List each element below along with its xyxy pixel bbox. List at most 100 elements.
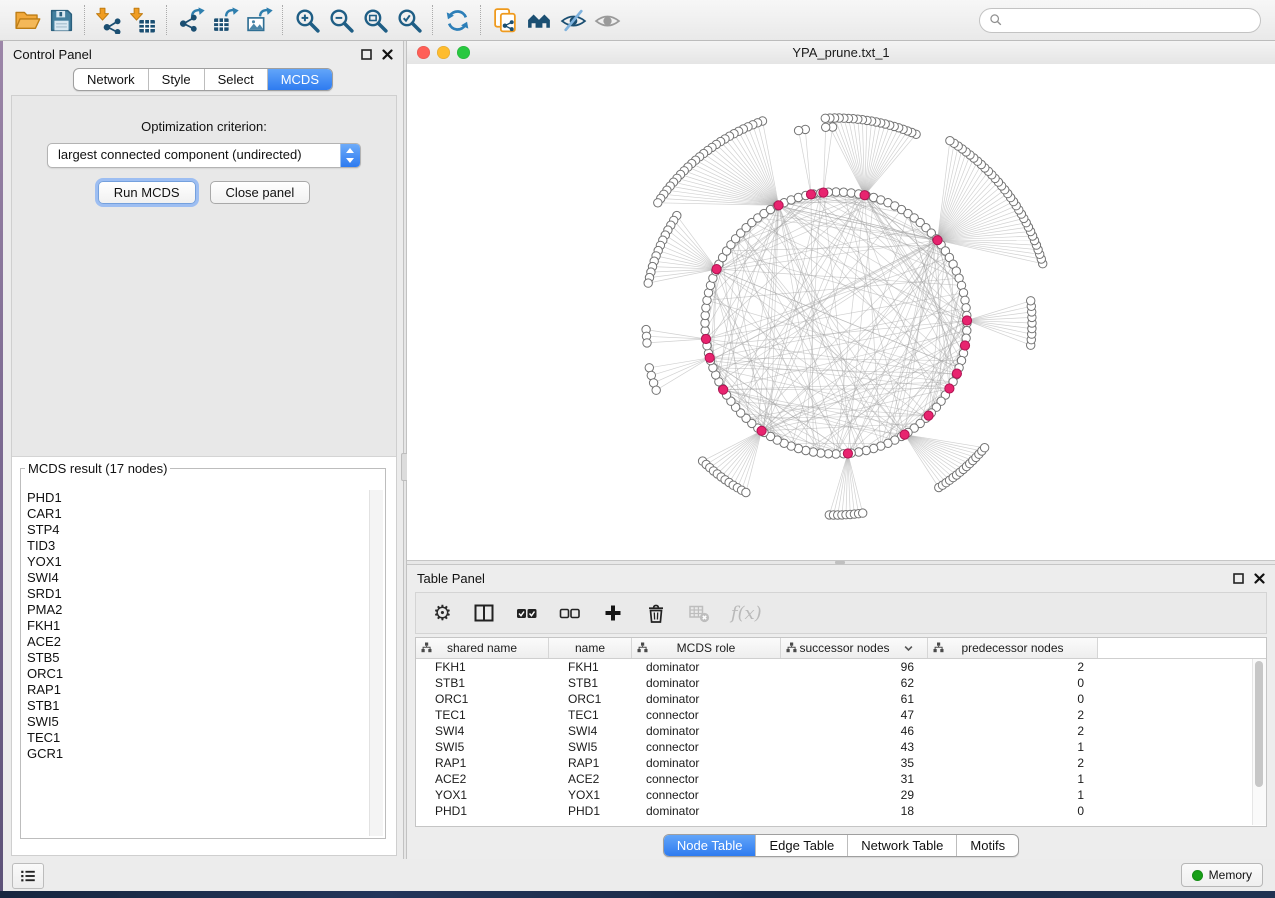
cell-shared-name[interactable]: STB1 bbox=[416, 676, 549, 690]
mcds-result-item[interactable]: STB5 bbox=[23, 650, 370, 666]
table-row[interactable]: RAP1RAP1dominator352 bbox=[416, 755, 1266, 771]
table-row[interactable]: ORC1ORC1dominator610 bbox=[416, 691, 1266, 707]
mcds-result-list[interactable]: PHD1CAR1STP4TID3YOX1SWI4SRD1PMA2FKH1ACE2… bbox=[23, 490, 370, 836]
criterion-dropdown[interactable]: largest connected component (undirected) bbox=[47, 143, 361, 168]
network-graph[interactable] bbox=[407, 64, 1275, 560]
cell-successor-nodes[interactable]: 46 bbox=[781, 724, 928, 738]
cell-shared-name[interactable]: SWI5 bbox=[416, 740, 549, 754]
mcds-result-item[interactable]: STB1 bbox=[23, 698, 370, 714]
mcds-result-item[interactable]: ACE2 bbox=[23, 634, 370, 650]
mcds-result-item[interactable]: TID3 bbox=[23, 538, 370, 554]
cell-MCDS-role[interactable]: dominator bbox=[632, 756, 781, 770]
deselect-all-icon[interactable] bbox=[559, 602, 581, 624]
delete-columns-icon[interactable] bbox=[645, 602, 667, 624]
import-network-icon[interactable] bbox=[92, 3, 126, 37]
cell-shared-name[interactable]: ACE2 bbox=[416, 772, 549, 786]
table-settings-icon[interactable]: ⚙ bbox=[433, 603, 452, 624]
mcds-result-item[interactable]: CAR1 bbox=[23, 506, 370, 522]
cell-shared-name[interactable]: TEC1 bbox=[416, 708, 549, 722]
run-mcds-button[interactable]: Run MCDS bbox=[98, 181, 196, 204]
cell-successor-nodes[interactable]: 18 bbox=[781, 804, 928, 818]
cell-successor-nodes[interactable]: 47 bbox=[781, 708, 928, 722]
add-column-icon[interactable] bbox=[602, 602, 624, 624]
cell-MCDS-role[interactable]: connector bbox=[632, 772, 781, 786]
column-header-successor-nodes[interactable]: successor nodes bbox=[781, 638, 928, 658]
table-row[interactable]: YOX1YOX1connector291 bbox=[416, 787, 1266, 803]
clone-network-icon[interactable] bbox=[488, 3, 522, 37]
cell-MCDS-role[interactable]: dominator bbox=[632, 724, 781, 738]
hide-selected-icon[interactable] bbox=[556, 3, 590, 37]
export-table-icon[interactable] bbox=[208, 3, 242, 37]
cell-MCDS-role[interactable]: dominator bbox=[632, 692, 781, 706]
mcds-result-item[interactable]: YOX1 bbox=[23, 554, 370, 570]
show-all-icon[interactable] bbox=[590, 3, 624, 37]
close-panel-icon[interactable] bbox=[382, 49, 393, 60]
cell-shared-name[interactable]: ORC1 bbox=[416, 692, 549, 706]
cell-predecessor-nodes[interactable]: 2 bbox=[928, 724, 1098, 738]
cell-shared-name[interactable]: FKH1 bbox=[416, 660, 549, 674]
cell-predecessor-nodes[interactable]: 2 bbox=[928, 756, 1098, 770]
tab-node-table[interactable]: Node Table bbox=[664, 835, 756, 856]
zoom-in-icon[interactable] bbox=[290, 3, 324, 37]
cell-MCDS-role[interactable]: dominator bbox=[632, 804, 781, 818]
memory-button[interactable]: Memory bbox=[1181, 863, 1263, 887]
select-all-icon[interactable] bbox=[516, 602, 538, 624]
window-minimize-button[interactable] bbox=[437, 46, 450, 59]
mcds-list-scrollbar[interactable] bbox=[369, 490, 383, 836]
table-row[interactable]: ACE2ACE2connector311 bbox=[416, 771, 1266, 787]
cell-successor-nodes[interactable]: 35 bbox=[781, 756, 928, 770]
cell-predecessor-nodes[interactable]: 2 bbox=[928, 708, 1098, 722]
cell-name[interactable]: SWI5 bbox=[549, 740, 632, 754]
search-input[interactable] bbox=[1003, 12, 1260, 28]
panel-list-button[interactable] bbox=[12, 863, 44, 889]
save-session-icon[interactable] bbox=[44, 3, 78, 37]
cell-successor-nodes[interactable]: 29 bbox=[781, 788, 928, 802]
mcds-result-item[interactable]: SWI4 bbox=[23, 570, 370, 586]
close-panel-icon[interactable] bbox=[1254, 573, 1265, 584]
cell-shared-name[interactable]: YOX1 bbox=[416, 788, 549, 802]
cell-predecessor-nodes[interactable]: 0 bbox=[928, 676, 1098, 690]
cell-name[interactable]: YOX1 bbox=[549, 788, 632, 802]
zoom-out-icon[interactable] bbox=[324, 3, 358, 37]
float-panel-icon[interactable] bbox=[361, 49, 372, 60]
table-scrollbar-thumb[interactable] bbox=[1255, 661, 1263, 787]
window-close-button[interactable] bbox=[417, 46, 430, 59]
cell-successor-nodes[interactable]: 31 bbox=[781, 772, 928, 786]
open-file-icon[interactable] bbox=[10, 3, 44, 37]
search-field[interactable] bbox=[979, 8, 1261, 33]
cell-successor-nodes[interactable]: 96 bbox=[781, 660, 928, 674]
cell-successor-nodes[interactable]: 62 bbox=[781, 676, 928, 690]
mcds-result-item[interactable]: PHD1 bbox=[23, 490, 370, 506]
mcds-result-item[interactable]: GCR1 bbox=[23, 746, 370, 762]
cell-shared-name[interactable]: PHD1 bbox=[416, 804, 549, 818]
cell-predecessor-nodes[interactable]: 2 bbox=[928, 660, 1098, 674]
table-row[interactable]: FKH1FKH1dominator962 bbox=[416, 659, 1266, 675]
tab-style[interactable]: Style bbox=[148, 69, 204, 90]
import-table-icon[interactable] bbox=[126, 3, 160, 37]
table-scrollbar[interactable] bbox=[1252, 659, 1266, 825]
table-row[interactable]: TEC1TEC1connector472 bbox=[416, 707, 1266, 723]
tab-mcds[interactable]: MCDS bbox=[267, 69, 332, 90]
mcds-result-item[interactable]: SWI5 bbox=[23, 714, 370, 730]
split-panel-icon[interactable] bbox=[473, 602, 495, 624]
first-neighbors-icon[interactable] bbox=[522, 3, 556, 37]
cell-predecessor-nodes[interactable]: 0 bbox=[928, 692, 1098, 706]
tab-network-table[interactable]: Network Table bbox=[847, 835, 956, 856]
cell-predecessor-nodes[interactable]: 0 bbox=[928, 804, 1098, 818]
cell-name[interactable]: TEC1 bbox=[549, 708, 632, 722]
cell-successor-nodes[interactable]: 61 bbox=[781, 692, 928, 706]
cell-MCDS-role[interactable]: connector bbox=[632, 740, 781, 754]
table-row[interactable]: STB1STB1dominator620 bbox=[416, 675, 1266, 691]
cell-name[interactable]: FKH1 bbox=[549, 660, 632, 674]
mcds-result-item[interactable]: ORC1 bbox=[23, 666, 370, 682]
column-header-shared-name[interactable]: shared name bbox=[416, 638, 549, 658]
cell-MCDS-role[interactable]: connector bbox=[632, 708, 781, 722]
mcds-result-item[interactable]: TEC1 bbox=[23, 730, 370, 746]
close-panel-button[interactable]: Close panel bbox=[210, 181, 311, 204]
column-header-name[interactable]: name bbox=[549, 638, 632, 658]
column-header-predecessor-nodes[interactable]: predecessor nodes bbox=[928, 638, 1098, 658]
mcds-result-item[interactable]: STP4 bbox=[23, 522, 370, 538]
cell-MCDS-role[interactable]: connector bbox=[632, 788, 781, 802]
mcds-result-item[interactable]: FKH1 bbox=[23, 618, 370, 634]
float-panel-icon[interactable] bbox=[1233, 573, 1244, 584]
